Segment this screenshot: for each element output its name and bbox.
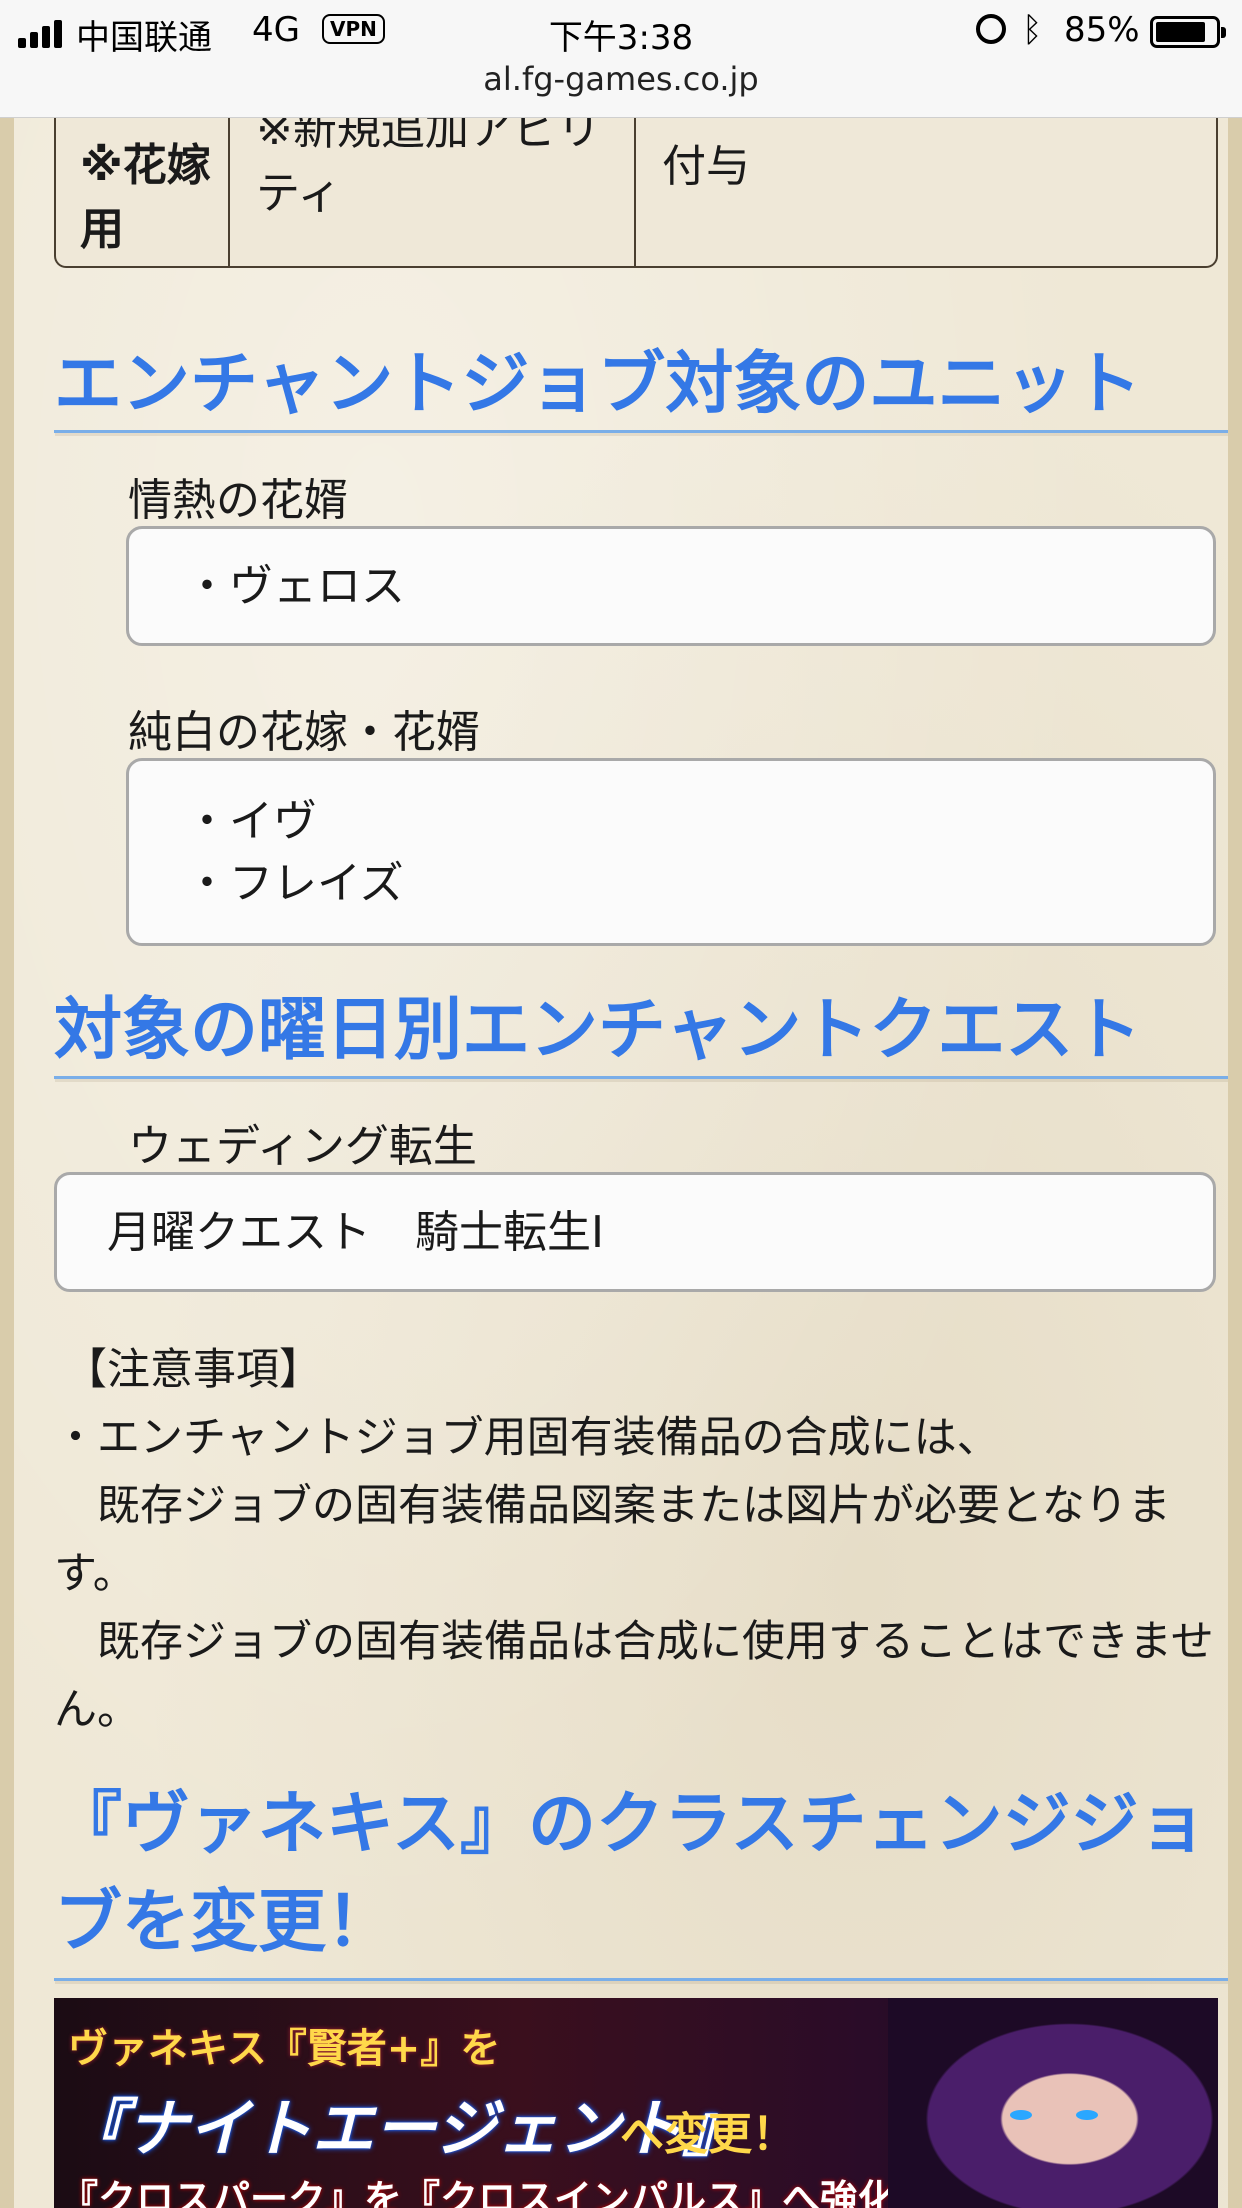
list-item: ・フレイズ [185,858,404,909]
notes-block: 【注意事項】 ・エンチャントジョブ用固有装備品の合成には、 既存ジョブの固有装備… [54,1336,1228,1744]
unit-list-box: ・イヴ ・フレイズ [126,758,1216,946]
quest-label: ウェディング転生 [128,1121,477,1172]
battery-icon [1150,16,1226,48]
character-portrait [888,1998,1218,2208]
notes-line: 既存ジョブの固有装備品は合成に使用することはできません。 [54,1617,1214,1735]
unit-group-label: 情熱の花婿 [128,475,348,526]
notes-title: 【注意事項】 [64,1345,322,1395]
quest-box: 月曜クエスト 騎士転生Ⅰ [54,1172,1216,1292]
battery-fill [1156,22,1205,42]
eye-icon [1076,2110,1098,2120]
ability-table-cell-effect: 付与 [662,141,750,192]
battery-percent: 85% [1064,10,1140,50]
status-bar: 中国联通 4G VPN 下午3:38 ᛒ 85% al.fg-games.co.… [0,0,1242,118]
ability-table-cell-ability: ※新規追加アビリティ [230,118,636,266]
list-item: ・ヴェロス [185,561,405,612]
eye-icon [1010,2110,1032,2120]
section-heading-units: エンチャントジョブ対象のユニット [54,340,1228,433]
page-body: ※花嫁用 ※新規追加アビリティ 付与 エンチャントジョブ対象のユニット 情熱の花… [0,118,1242,2208]
unit-list-box: ・ヴェロス [126,526,1216,646]
banner-line-3: へ変更！ [620,2109,796,2160]
quest-name: 月曜クエスト 騎士転生Ⅰ [107,1207,604,1258]
banner-line-1: ヴァネキス『賢者+』を [68,2026,501,2072]
section-heading-vanekis: 『ヴァネキス』のクラスチェンジジョブを変更！ [54,1776,1228,1981]
notes-line: 既存ジョブの固有装備品図案または図片が必要となります。 [54,1481,1171,1599]
section-heading-quest: 対象の曜日別エンチャントクエスト [54,986,1228,1079]
list-item: ・イヴ [185,796,317,847]
event-banner-image[interactable]: ヴァネキス『賢者+』を 『ナイトエージェント』 へ変更！ 『クロスパーク』を『ク… [54,1998,1218,2208]
address-bar-url[interactable]: al.fg-games.co.jp [0,60,1242,98]
notes-line: ・エンチャントジョブ用固有装備品の合成には、 [54,1413,1000,1463]
ability-table-cell-type: ※花嫁用 [56,118,230,266]
banner-line-4: 『クロスパーク』を『クロスインパルス』へ強化！ [60,2177,935,2208]
unit-group-label: 純白の花嫁・花婿 [128,707,480,758]
status-time: 下午3:38 [548,18,694,58]
alarm-icon [976,14,1006,44]
bluetooth-icon: ᛒ [1022,10,1043,50]
ability-table: ※花嫁用 ※新規追加アビリティ 付与 [54,118,1218,268]
